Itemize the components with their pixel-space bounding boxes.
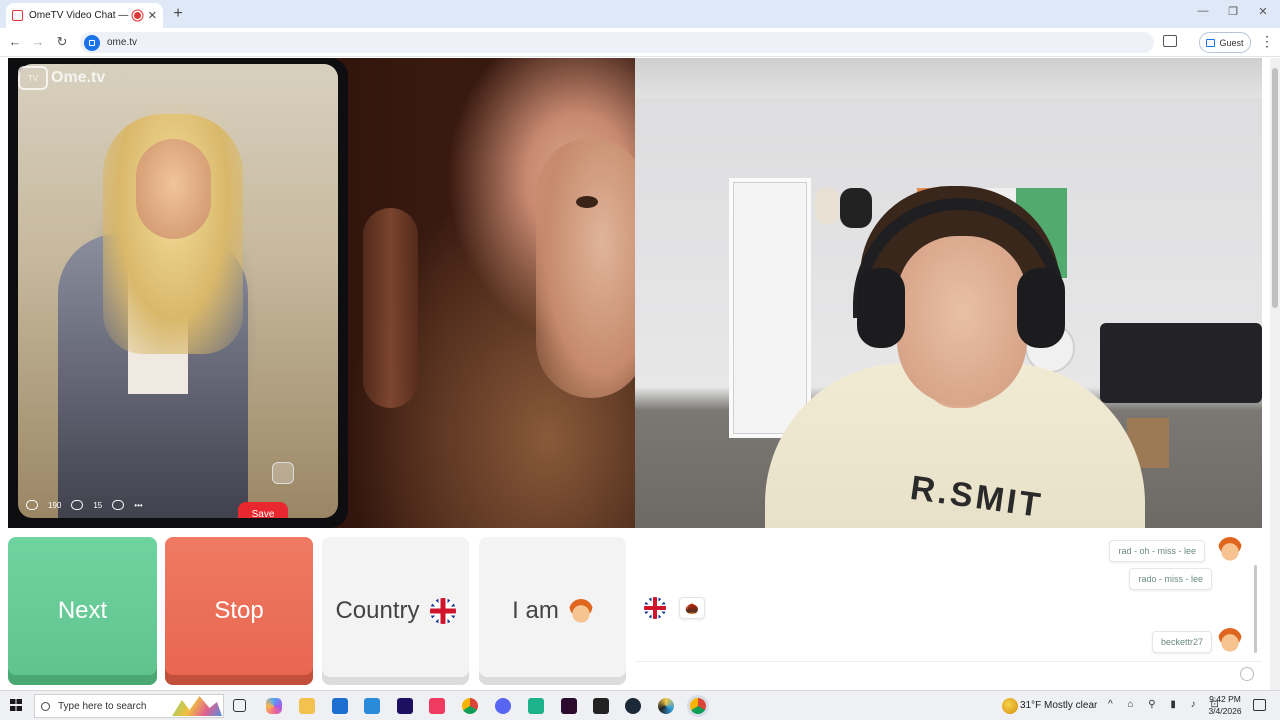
country-label: Country (335, 597, 420, 624)
forward-button[interactable]: → (29, 34, 47, 49)
face-shape (136, 139, 211, 239)
headset-left-ear-shape (857, 268, 905, 348)
remote-eye-shape (576, 196, 598, 208)
profile-icon (1206, 38, 1216, 47)
app-icon[interactable] (658, 698, 674, 714)
share-icon (112, 500, 125, 510)
window-restore-button[interactable]: ❐ (1223, 5, 1243, 18)
side-panel-icon[interactable] (1163, 35, 1177, 47)
refresh-icon (272, 462, 294, 484)
ceiling-shape (635, 58, 1262, 98)
local-video: R.SMIT (635, 58, 1262, 528)
tab-close-icon[interactable]: ✕ (148, 9, 157, 22)
chat-input[interactable] (635, 661, 1262, 687)
weather-description[interactable]: Mostly clear (1044, 700, 1097, 711)
steam-icon[interactable] (625, 698, 641, 714)
chat-app-icon[interactable] (528, 698, 544, 714)
chat-message: rad - oh - miss - lee (1109, 540, 1205, 562)
profile-button[interactable]: Guest (1199, 32, 1251, 53)
ometv-logo-text: Ome.tv (51, 69, 106, 86)
like-icon (26, 500, 38, 510)
uk-flag-icon (429, 598, 456, 624)
clock-time[interactable]: 9:42 PM (1207, 694, 1243, 704)
stop-button[interactable]: Stop (165, 537, 313, 685)
new-tab-button[interactable]: + (170, 5, 186, 23)
tab-strip (0, 0, 1280, 28)
phone-screen: 190 15 ••• Save (18, 64, 338, 518)
task-view-icon[interactable] (233, 699, 246, 712)
chrome-active-icon[interactable] (690, 698, 706, 714)
ometv-favicon-icon (12, 10, 23, 21)
address-bar[interactable]: ome.tv (80, 32, 1154, 53)
chrome-icon[interactable] (462, 698, 478, 714)
headset-right-ear-shape (1017, 268, 1065, 348)
back-button[interactable]: ← (6, 34, 24, 49)
country-button[interactable]: Country (322, 537, 469, 685)
emoji-icon[interactable] (1240, 667, 1254, 681)
reload-button[interactable]: ↻ (53, 34, 71, 50)
url-text[interactable]: ome.tv (107, 37, 137, 48)
window-minimize-button[interactable]: — (1193, 5, 1213, 17)
uk-flag-icon (644, 597, 666, 619)
profile-label: Guest (1219, 37, 1244, 48)
file-explorer-icon[interactable] (299, 698, 315, 714)
discord-icon[interactable] (495, 698, 511, 714)
gloves-shape (840, 188, 872, 228)
page-scrollbar-thumb[interactable] (1272, 68, 1278, 308)
browser-menu-icon[interactable]: ⋮ (1260, 33, 1274, 50)
chat-scrollbar[interactable] (1254, 565, 1257, 653)
chat-panel: rad - oh - miss - lee rado - miss - lee … (635, 529, 1262, 687)
site-info-icon[interactable] (84, 34, 100, 51)
ometv-logo-icon: TV (18, 66, 48, 90)
partner-country-flag (644, 597, 666, 619)
i-am-button[interactable]: I am (479, 537, 626, 685)
stop-label: Stop (214, 597, 264, 624)
door-shape (729, 178, 811, 438)
hand-shape (363, 208, 418, 408)
windows-start-icon[interactable] (10, 699, 22, 711)
search-icon (41, 701, 50, 711)
window-close-button[interactable]: ✕ (1253, 5, 1273, 18)
phone-action-bar: 190 15 ••• (26, 492, 338, 518)
outlook-icon[interactable] (364, 698, 380, 714)
boy-avatar-icon (1218, 537, 1242, 561)
clock-date[interactable]: 3/4/2026 (1207, 706, 1243, 716)
comment-count: 15 (93, 500, 103, 510)
bed-shape (1100, 323, 1262, 403)
sticker-message: 🌰 (679, 597, 705, 619)
music-icon[interactable] (429, 698, 445, 714)
epic-games-icon[interactable] (593, 698, 609, 714)
boy-avatar-icon (1218, 628, 1242, 652)
copilot-icon[interactable] (266, 698, 282, 714)
more-icon: ••• (134, 500, 143, 510)
next-button[interactable]: Next (8, 537, 157, 685)
taskbar-search-placeholder: Type here to search (58, 700, 147, 712)
i-am-label: I am (512, 597, 559, 624)
store-icon[interactable] (332, 698, 348, 714)
tab-ometv[interactable]: OmeTV Video Chat — Ome ✕ (6, 3, 163, 28)
weather-icon[interactable] (1002, 698, 1018, 714)
notification-center-icon[interactable] (1253, 699, 1266, 711)
cap-shape (815, 188, 839, 224)
editor-app-icon[interactable] (561, 698, 577, 714)
chat-message: rado - miss - lee (1129, 568, 1212, 590)
next-label: Next (57, 597, 108, 624)
phone-in-video: 190 15 ••• Save (8, 58, 348, 528)
boy-avatar-icon (568, 599, 593, 623)
remote-video: 190 15 ••• Save (8, 58, 635, 528)
phone-save-button: Save (238, 502, 288, 518)
comment-icon (71, 500, 84, 510)
acorn-icon: 🌰 (685, 602, 699, 615)
tab-title: OmeTV Video Chat — Ome (29, 10, 130, 21)
weather-temperature[interactable]: 31°F (1020, 700, 1041, 711)
like-count: 190 (48, 500, 62, 510)
remote-face-shape (536, 138, 635, 398)
next-app-icon[interactable] (397, 698, 413, 714)
chat-message: beckettr27 (1151, 631, 1212, 653)
recording-indicator-icon (133, 12, 141, 19)
ometv-logo: TV Ome.tv (18, 66, 105, 90)
